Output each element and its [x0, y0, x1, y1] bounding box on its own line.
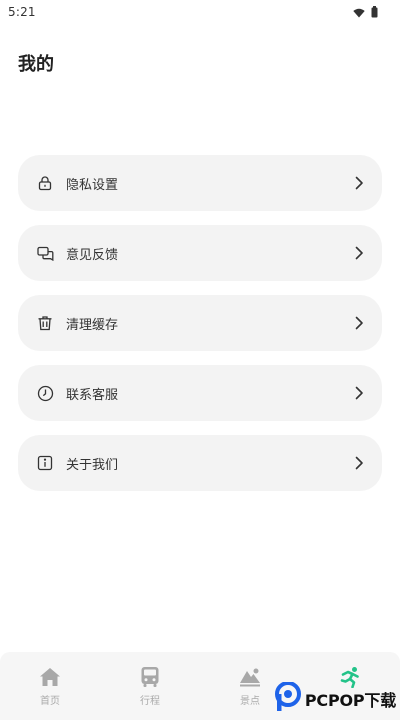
- menu-item-label: 联系客服: [66, 387, 119, 403]
- chevron-right-icon: [352, 176, 366, 190]
- menu-item-about-us[interactable]: 关于我们: [18, 435, 382, 491]
- tab-label: 景点: [240, 696, 260, 707]
- menu-item-contact-support[interactable]: 联系客服: [18, 365, 382, 421]
- menu-item-label: 隐私设置: [66, 177, 119, 193]
- settings-menu: 隐私设置 意见反馈 清理缓存 联系客服 关于我们: [18, 155, 382, 491]
- tab-label: 首页: [40, 696, 60, 707]
- chevron-right-icon: [352, 316, 366, 330]
- bus-icon: [139, 666, 161, 688]
- tab-label: 行程: [140, 696, 160, 707]
- clock-icon: [36, 384, 54, 402]
- tab-home[interactable]: 首页: [15, 666, 85, 707]
- status-bar: 5:21: [0, 0, 400, 24]
- watermark-logo-icon: [274, 681, 301, 716]
- mountain-icon: [239, 666, 261, 688]
- menu-item-feedback[interactable]: 意见反馈: [18, 225, 382, 281]
- chat-icon: [36, 244, 54, 262]
- chevron-right-icon: [352, 386, 366, 400]
- home-icon: [39, 666, 61, 688]
- menu-item-label: 关于我们: [66, 457, 119, 473]
- wifi-icon: [353, 3, 365, 22]
- menu-item-label: 意见反馈: [66, 247, 119, 263]
- menu-item-clear-cache[interactable]: 清理缓存: [18, 295, 382, 351]
- status-icons: [353, 3, 378, 22]
- menu-item-privacy-settings[interactable]: 隐私设置: [18, 155, 382, 211]
- watermark-text: PCPOP下载: [304, 691, 396, 710]
- page-title: 我的: [18, 54, 54, 75]
- menu-item-label: 清理缓存: [66, 317, 119, 333]
- battery-icon: [371, 3, 378, 22]
- trash-icon: [36, 314, 54, 332]
- watermark: PCPOP下载: [274, 681, 396, 716]
- chevron-right-icon: [352, 246, 366, 260]
- chevron-right-icon: [352, 456, 366, 470]
- lock-icon: [36, 174, 54, 192]
- info-icon: [36, 454, 54, 472]
- profile-screen: 5:21 我的 隐私设置 意见反馈 清理缓存 联系客服 关于我们 首页 行程 景…: [0, 0, 400, 720]
- status-time: 5:21: [8, 5, 36, 19]
- tab-itinerary[interactable]: 行程: [115, 666, 185, 707]
